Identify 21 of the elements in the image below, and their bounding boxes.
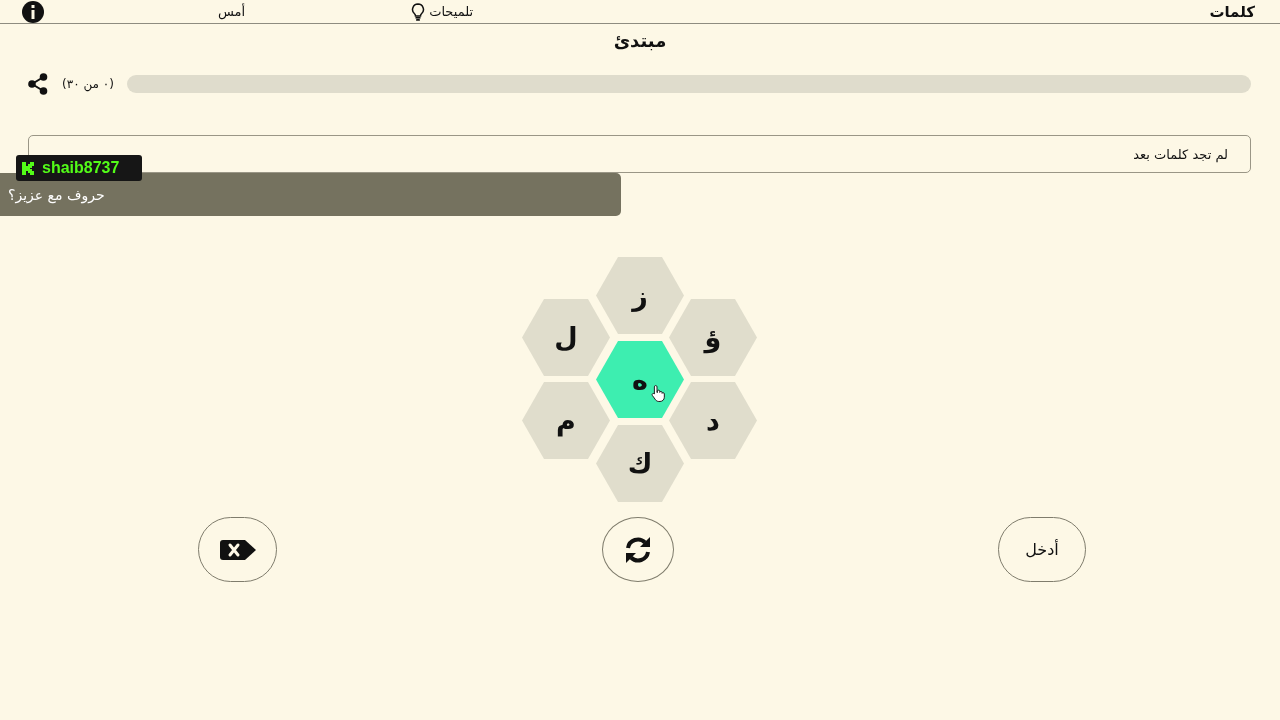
letter-hex[interactable]: ؤ (669, 299, 757, 376)
letter-hex[interactable]: ز (596, 257, 684, 334)
channel-logo-icon (22, 161, 35, 175)
progress-count: (٠ من ٣٠) (62, 77, 114, 91)
level-title: مبتدئ (613, 29, 667, 53)
hints-link[interactable]: تلميحات (409, 1, 476, 22)
letter-hex[interactable]: م (522, 382, 610, 459)
letter-hex[interactable]: د (669, 382, 757, 459)
center-letter-hex[interactable]: ه (596, 341, 684, 418)
logo-text: كلمات (1208, 1, 1256, 23)
chat-message: حروف مع عزيز؟ (8, 186, 105, 205)
share-icon[interactable] (28, 73, 48, 95)
lightbulb-icon (411, 2, 426, 21)
letter-hex[interactable]: ك (596, 425, 684, 502)
hand-cursor-icon (651, 384, 666, 403)
letter-hex[interactable]: ل (522, 299, 610, 376)
backspace-icon (219, 539, 256, 560)
info-icon[interactable] (22, 0, 44, 23)
enter-button[interactable]: أدخل (998, 517, 1086, 582)
nav-link[interactable]: أمس (216, 1, 248, 22)
found-words-message: لم تجد كلمات بعد (1133, 146, 1228, 162)
